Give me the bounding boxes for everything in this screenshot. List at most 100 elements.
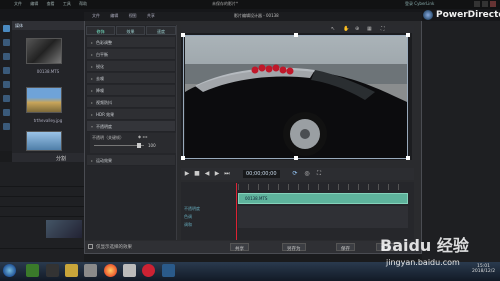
media-thumb-photo[interactable] [26, 87, 62, 113]
chevron-right-icon: ▸ [91, 158, 94, 163]
audio-room-icon[interactable] [3, 109, 10, 116]
maximize-icon[interactable] [482, 1, 488, 7]
zoom-icon[interactable]: ⊕ [355, 26, 359, 32]
select-icon[interactable]: ↖ [331, 26, 335, 32]
tab-speed[interactable]: 速度 [146, 26, 176, 35]
row-denoise[interactable]: ▸ 去噪 [87, 73, 175, 84]
folder-icon[interactable] [65, 264, 78, 277]
signin-link[interactable]: 登录 CyberLink [405, 1, 434, 7]
fast-forward-icon[interactable]: ⏭ [223, 170, 231, 178]
designer-menu: 文件 编辑 视图 共享 [92, 13, 164, 19]
designer-title: 影片编辑设计器 - 00138 [234, 13, 279, 18]
start-button-icon[interactable] [3, 264, 16, 277]
effects-room-icon[interactable] [3, 39, 10, 46]
row-sharpen[interactable]: ▸ 锐化 [87, 61, 175, 72]
save-button[interactable]: 保存 [336, 243, 355, 252]
row-white-balance[interactable]: ▸ 白平衡 [87, 49, 175, 60]
media-label: 00138.MTS [36, 69, 60, 74]
menu-view[interactable]: 查看 [47, 1, 55, 7]
row-noise-reduction[interactable]: ▸ 降噪 [87, 85, 175, 96]
row-hdr[interactable]: ▸ HDR 效果 [87, 109, 175, 120]
resize-handle[interactable] [406, 33, 410, 37]
chevron-right-icon: ▸ [91, 100, 94, 105]
taskbar-app-icon[interactable] [84, 264, 97, 277]
designer-clip[interactable]: 00138.MTS [238, 193, 408, 204]
powerdirector-taskbar-icon[interactable] [162, 264, 175, 277]
minimize-icon[interactable] [474, 1, 480, 7]
brand-name: PowerDirector [436, 10, 500, 20]
resize-handle[interactable] [181, 33, 185, 37]
hand-icon[interactable]: ✋ [343, 26, 349, 32]
row-stabilizer[interactable]: ▸ 视频防抖 [87, 97, 175, 108]
selection-box[interactable] [183, 35, 408, 159]
tab-fix[interactable]: 修饰 [86, 26, 115, 35]
media-tab[interactable]: 媒体 [12, 21, 84, 30]
taskbar-app-icon[interactable] [26, 264, 39, 277]
watermark-url: jingyan.baidu.com [386, 258, 460, 267]
fullscreen-icon[interactable]: ⛶ [315, 170, 323, 178]
clock-date: 2018/12/2 [472, 269, 496, 274]
opacity-label: 不透明（关键帧） [92, 135, 124, 140]
room-toolbar [0, 21, 12, 151]
row-color-adjust[interactable]: ▸ 色彩调整 [87, 37, 175, 48]
show-selected-label: 仅显示选择的效果 [96, 245, 132, 250]
playhead[interactable] [236, 183, 237, 240]
resize-handle[interactable] [294, 156, 298, 160]
save-as-button[interactable]: 另存为 [282, 243, 306, 252]
transition-room-icon[interactable] [3, 95, 10, 102]
timeline-track [0, 178, 84, 187]
media-thumb-sky[interactable] [26, 131, 62, 151]
taskbar-app-icon[interactable] [123, 264, 136, 277]
share-button[interactable]: 共享 [230, 243, 249, 252]
timeline-clip-thumb[interactable] [46, 220, 82, 238]
opacity-value[interactable]: 100 [148, 143, 156, 148]
tab-effects[interactable]: 效果 [116, 26, 145, 35]
menu-help[interactable]: 帮助 [79, 1, 87, 7]
resize-handle[interactable] [181, 156, 185, 160]
timecode-display[interactable]: 00;00;00;00 [243, 170, 280, 178]
title-room-icon[interactable] [3, 81, 10, 88]
media-label: trthevalley.jpg [33, 118, 63, 123]
designer-menu-edit[interactable]: 编辑 [110, 13, 118, 18]
designer-menu-view[interactable]: 视图 [129, 13, 137, 18]
media-thumb-video[interactable] [26, 38, 62, 64]
prev-frame-icon[interactable]: ◀ [203, 170, 211, 178]
stop-icon[interactable]: ■ [193, 170, 201, 178]
designer-menu-share[interactable]: 共享 [147, 13, 155, 18]
close-icon[interactable] [490, 1, 496, 7]
menu-tools[interactable]: 工具 [63, 1, 71, 7]
grid-icon[interactable]: ▦ [367, 26, 372, 32]
powerdirector-logo-icon [423, 10, 433, 20]
timeline-ruler[interactable] [238, 184, 408, 190]
chevron-right-icon: ▸ [91, 88, 94, 93]
row-opacity[interactable]: ▾ 不透明度 [87, 121, 175, 132]
keyframe-icon[interactable]: ◆ ◂ ▸ [138, 134, 148, 139]
menu-file[interactable]: 文件 [14, 1, 22, 7]
firefox-icon[interactable] [104, 264, 117, 277]
opacity-settings: 不透明（关键帧） ◆ ◂ ▸ 100 [90, 133, 176, 153]
next-frame-icon[interactable]: ▶ [213, 170, 221, 178]
particle-room-icon[interactable] [3, 67, 10, 74]
watermark-logo: Baidu 经验 [380, 236, 469, 255]
voice-room-icon[interactable] [3, 123, 10, 130]
resize-handle[interactable] [406, 156, 410, 160]
show-selected-checkbox[interactable] [88, 244, 93, 249]
resize-handle[interactable] [294, 33, 298, 37]
split-button[interactable]: 分割 [56, 155, 66, 162]
play-icon[interactable]: ▶ [183, 170, 191, 178]
playback-bar: ▶ ■ ◀ ▶ ⏭ 00;00;00;00 ⟳ ◎ ⛶ [181, 168, 414, 180]
menu-edit[interactable]: 编辑 [30, 1, 38, 7]
snapshot-icon[interactable]: ◎ [303, 170, 311, 178]
keyframe-area[interactable] [238, 206, 408, 228]
fit-icon[interactable]: ⛶ [381, 26, 385, 32]
opacity-slider-handle[interactable] [137, 143, 141, 148]
taskbar-app-icon[interactable] [46, 264, 59, 277]
designer-menu-file[interactable]: 文件 [92, 13, 100, 18]
speed-icon[interactable]: ⟳ [291, 170, 299, 178]
pip-room-icon[interactable] [3, 53, 10, 60]
media-room-icon[interactable] [3, 25, 10, 32]
row-motion[interactable]: ▸ 运动效果 [87, 155, 175, 166]
main-timeline [0, 162, 84, 262]
taskbar-app-icon[interactable] [142, 264, 155, 277]
right-timeline-area [422, 21, 500, 263]
